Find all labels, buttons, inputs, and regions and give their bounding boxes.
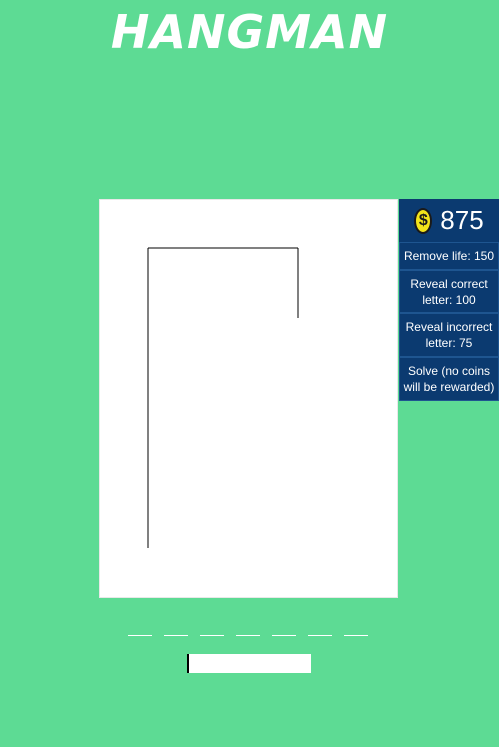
letter-blank (272, 635, 296, 636)
letter-blank (344, 635, 368, 636)
letter-blank (236, 635, 260, 636)
letter-blank (200, 635, 224, 636)
reveal-correct-letter-button[interactable]: Reveal correct letter: 100 (399, 270, 499, 313)
coin-count: 875 (440, 205, 484, 235)
guess-input[interactable] (187, 654, 311, 673)
letter-blank (308, 635, 332, 636)
letter-blank (164, 635, 188, 636)
gallows-board (99, 199, 398, 598)
coin-balance: $ 875 (399, 199, 499, 242)
word-blanks (128, 635, 368, 636)
remove-life-button[interactable]: Remove life: 150 (399, 242, 499, 270)
solve-button[interactable]: Solve (no coins will be rewarded) (399, 357, 499, 401)
game-title: HANGMAN (110, 5, 389, 59)
shop-panel: $ 875 Remove life: 150 Reveal correct le… (399, 199, 499, 403)
reveal-incorrect-letter-button[interactable]: Reveal incorrect letter: 75 (399, 313, 499, 357)
letter-blank (128, 635, 152, 636)
gallows-drawing (147, 247, 299, 548)
dollar-coin-icon: $ (414, 207, 433, 234)
